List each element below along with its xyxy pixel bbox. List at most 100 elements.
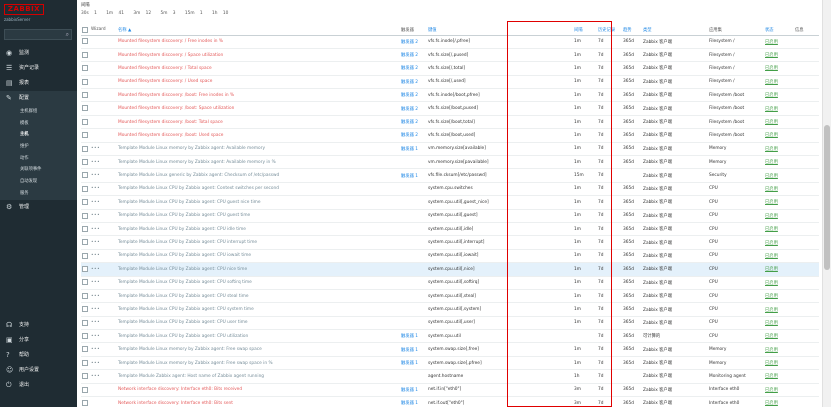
row-checkbox[interactable] xyxy=(81,182,90,197)
column-history[interactable]: 历史记录 xyxy=(597,25,622,36)
triggers-link[interactable] xyxy=(400,302,427,317)
status-toggle[interactable]: 已启用 xyxy=(764,342,794,357)
submenu-hosts[interactable]: 主机 xyxy=(0,129,77,141)
row-checkbox[interactable] xyxy=(81,168,90,183)
row-checkbox[interactable] xyxy=(81,88,90,103)
triggers-link[interactable] xyxy=(400,222,427,237)
status-toggle[interactable]: 已启用 xyxy=(764,142,794,157)
status-toggle[interactable]: 已启用 xyxy=(764,302,794,317)
row-checkbox[interactable] xyxy=(81,316,90,331)
item-name-link[interactable]: Template Module Linux CPU by Zabbix agen… xyxy=(117,302,400,317)
sidebar-search-input[interactable]: ⌕ xyxy=(4,29,72,40)
triggers-link[interactable]: 触发器 1 xyxy=(400,356,427,371)
select-all-checkbox[interactable] xyxy=(81,25,90,36)
status-toggle[interactable]: 已启用 xyxy=(764,195,794,210)
menu-item-inventory[interactable]: ☰ 资产记录 xyxy=(0,61,77,76)
triggers-link[interactable]: 触发器 2 xyxy=(400,61,427,76)
row-wizard[interactable]: ••• xyxy=(90,342,117,357)
triggers-link[interactable] xyxy=(400,289,427,304)
item-name-link[interactable]: Mounted filesystem discovery: / Space ut… xyxy=(117,48,400,63)
status-toggle[interactable]: 已启用 xyxy=(764,182,794,197)
vertical-scrollbar[interactable] xyxy=(822,0,831,407)
row-checkbox[interactable] xyxy=(81,342,90,357)
status-toggle[interactable]: 已启用 xyxy=(764,222,794,237)
status-toggle[interactable]: 已启用 xyxy=(764,289,794,304)
row-wizard[interactable]: ••• xyxy=(90,316,117,331)
row-checkbox[interactable] xyxy=(81,128,90,143)
zabbix-logo[interactable]: ZABBIX xyxy=(4,4,44,15)
status-toggle[interactable]: 已启用 xyxy=(764,101,794,116)
submenu-maintenance[interactable]: 维护 xyxy=(0,141,77,153)
status-toggle[interactable]: 已启用 xyxy=(764,276,794,290)
menu-item-support[interactable]: ☊ 支持 xyxy=(0,318,77,333)
column-key[interactable]: 键值 xyxy=(427,25,573,36)
submenu-event-correlation[interactable]: 关联项事件 xyxy=(0,164,77,176)
status-toggle[interactable]: 已启用 xyxy=(764,168,794,183)
status-toggle[interactable]: 已启用 xyxy=(764,209,794,223)
column-status[interactable]: 状态 xyxy=(764,25,794,36)
menu-item-reports[interactable]: ▤ 报表 xyxy=(0,76,77,91)
menu-item-monitoring[interactable]: ◉ 监测 xyxy=(0,46,77,61)
triggers-link[interactable]: 触发器 1 xyxy=(400,329,427,344)
item-name-link[interactable]: Mounted filesystem discovery: / Total sp… xyxy=(117,61,400,76)
item-name-link[interactable]: Template Module Linux memory by Zabbix a… xyxy=(117,342,400,357)
item-name-link[interactable]: Template Module Linux CPU by Zabbix agen… xyxy=(117,195,400,210)
row-wizard[interactable]: ••• xyxy=(90,249,117,264)
period-item[interactable]: 1h 10 xyxy=(212,11,232,16)
status-toggle[interactable]: 已启用 xyxy=(764,262,794,277)
triggers-link[interactable]: 触发器 1 xyxy=(400,142,427,157)
row-checkbox[interactable] xyxy=(81,48,90,63)
row-checkbox[interactable] xyxy=(81,235,90,250)
row-checkbox[interactable] xyxy=(81,262,90,277)
status-toggle[interactable]: 已启用 xyxy=(764,61,794,76)
item-name-link[interactable]: Mounted filesystem discovery: /boot: Tot… xyxy=(117,115,400,130)
row-checkbox[interactable] xyxy=(81,209,90,223)
period-item[interactable]: 1m 41 xyxy=(106,11,128,16)
triggers-link[interactable]: 触发器 1 xyxy=(400,396,427,407)
menu-item-administration[interactable]: ⚙ 管理 xyxy=(0,200,77,215)
column-name[interactable]: 名称 ▲ xyxy=(117,25,400,36)
item-name-link[interactable]: Template Module Linux CPU by Zabbix agen… xyxy=(117,316,400,331)
row-checkbox[interactable] xyxy=(81,222,90,237)
period-item[interactable]: 30s 1 xyxy=(81,11,101,16)
item-name-link[interactable]: Template Module Linux CPU by Zabbix agen… xyxy=(117,209,400,223)
row-wizard[interactable]: ••• xyxy=(90,235,117,250)
item-name-link[interactable]: Mounted filesystem discovery: /boot: Fre… xyxy=(117,88,400,103)
period-item[interactable]: 3m 12 xyxy=(133,11,155,16)
row-wizard[interactable]: ••• xyxy=(90,195,117,210)
row-checkbox[interactable] xyxy=(81,195,90,210)
triggers-link[interactable]: 触发器 2 xyxy=(400,35,427,49)
status-toggle[interactable]: 已启用 xyxy=(764,48,794,63)
item-name-link[interactable]: Template Module Linux CPU by Zabbix agen… xyxy=(117,289,400,304)
submenu-templates[interactable]: 模板 xyxy=(0,118,77,130)
status-toggle[interactable]: 已启用 xyxy=(764,356,794,371)
status-toggle[interactable]: 已启用 xyxy=(764,35,794,49)
status-toggle[interactable]: 已启用 xyxy=(764,249,794,264)
row-checkbox[interactable] xyxy=(81,75,90,90)
item-name-link[interactable]: Template Module Linux memory by Zabbix a… xyxy=(117,155,400,170)
status-toggle[interactable]: 已启用 xyxy=(764,115,794,130)
triggers-link[interactable]: 触发器 1 xyxy=(400,383,427,398)
triggers-link[interactable]: 触发器 2 xyxy=(400,128,427,143)
row-checkbox[interactable] xyxy=(81,115,90,130)
triggers-link[interactable] xyxy=(400,195,427,210)
status-toggle[interactable]: 已启用 xyxy=(764,128,794,143)
menu-item-help[interactable]: ? 帮助 xyxy=(0,348,77,363)
item-name-link[interactable]: Mounted filesystem discovery: / Free ino… xyxy=(117,35,400,49)
submenu-actions[interactable]: 动作 xyxy=(0,153,77,165)
status-toggle[interactable]: 已启用 xyxy=(764,329,794,344)
triggers-link[interactable]: 触发器 2 xyxy=(400,88,427,103)
row-checkbox[interactable] xyxy=(81,35,90,49)
menu-item-user-settings[interactable]: ☺ 用户设置 xyxy=(0,363,77,378)
search-icon[interactable]: ⌕ xyxy=(66,31,69,39)
row-wizard[interactable]: ••• xyxy=(90,302,117,317)
menu-item-logout[interactable]: ⏻ 退出 xyxy=(0,378,77,393)
triggers-link[interactable] xyxy=(400,262,427,277)
item-name-link[interactable]: Template Module Linux memory by Zabbix a… xyxy=(117,356,400,371)
status-toggle[interactable]: 已启用 xyxy=(764,88,794,103)
row-checkbox[interactable] xyxy=(81,276,90,290)
row-checkbox[interactable] xyxy=(81,329,90,344)
item-name-link[interactable]: Mounted filesystem discovery: / Used spa… xyxy=(117,75,400,90)
row-checkbox[interactable] xyxy=(81,356,90,371)
row-wizard[interactable]: ••• xyxy=(90,142,117,157)
